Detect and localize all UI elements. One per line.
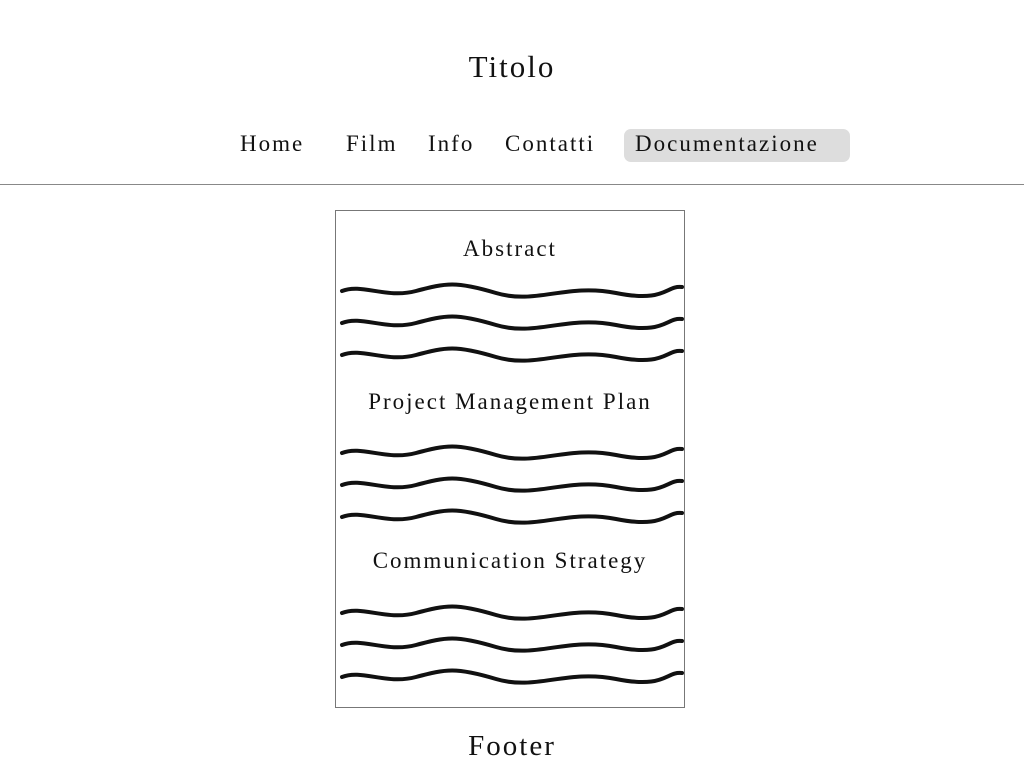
placeholder-text-lines-abstract	[340, 282, 684, 363]
footer: Footer	[468, 730, 556, 762]
section-heading-communication-strategy: Communication Strategy	[372, 548, 648, 573]
placeholder-wave-line	[340, 444, 684, 461]
page: Titolo Home Film Info Contatti Documenta…	[0, 0, 1024, 768]
nav-item-contatti[interactable]: Contatti	[505, 129, 595, 162]
placeholder-wave-line	[340, 314, 684, 331]
placeholder-wave-line	[340, 508, 684, 525]
placeholder-wave-line	[340, 668, 684, 685]
placeholder-text-lines-communication-strategy	[340, 604, 684, 685]
placeholder-wave-line	[340, 476, 684, 493]
nav-item-film[interactable]: Film	[346, 129, 397, 162]
placeholder-wave-line	[340, 282, 684, 299]
section-heading-project-management-plan: Project Management Plan	[368, 389, 652, 414]
placeholder-text-lines-project-management-plan	[340, 444, 684, 525]
placeholder-wave-line	[340, 604, 684, 621]
header-divider	[0, 184, 1024, 185]
section-heading-abstract: Abstract	[463, 236, 557, 261]
nav-item-documentazione[interactable]: Documentazione	[624, 129, 850, 162]
placeholder-wave-line	[340, 636, 684, 653]
main-nav: Home Film Info Contatti Documentazione	[0, 129, 1024, 162]
nav-item-home[interactable]: Home	[240, 129, 304, 162]
documentation-panel: Abstract Project Management Plan Communi…	[335, 210, 685, 708]
nav-item-info[interactable]: Info	[428, 129, 474, 162]
site-title: Titolo	[468, 49, 556, 84]
placeholder-wave-line	[340, 346, 684, 363]
